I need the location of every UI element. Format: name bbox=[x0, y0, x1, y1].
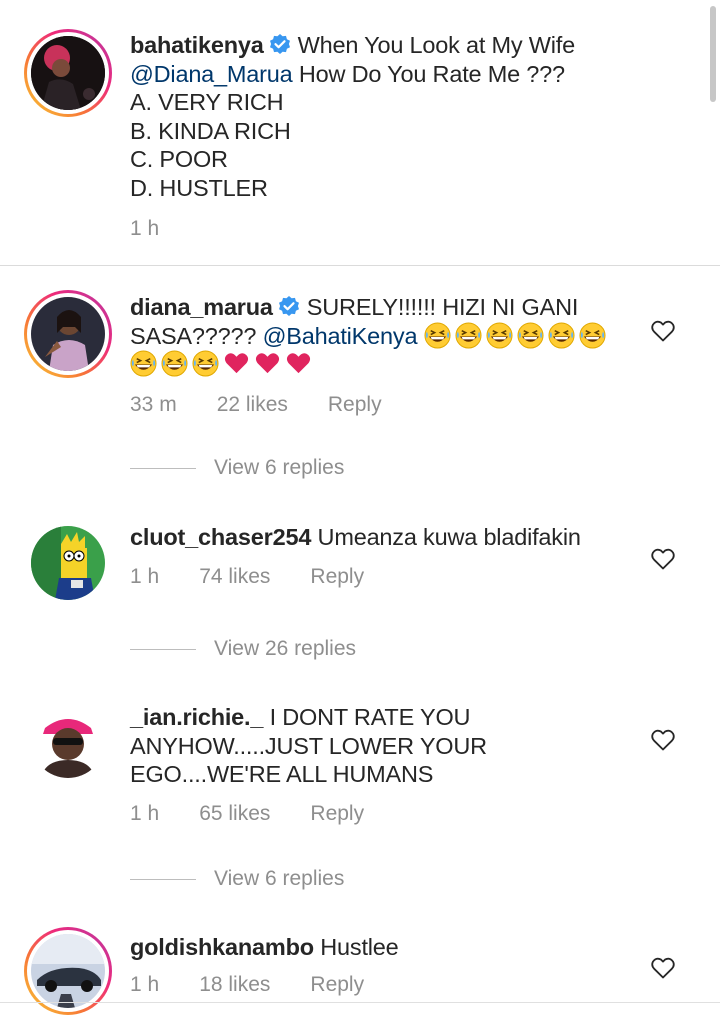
comment-time: 33 m bbox=[130, 393, 177, 416]
grinning-squinting-emoji bbox=[548, 322, 575, 349]
caption-option-c: C. POOR bbox=[130, 146, 228, 173]
bottom-divider bbox=[0, 1002, 720, 1003]
divider-line bbox=[130, 467, 196, 469]
caption-option-d: D. HUSTLER bbox=[130, 174, 268, 201]
purple-heart-emoji bbox=[224, 353, 249, 374]
grinning-squinting-emoji bbox=[161, 350, 188, 377]
grinning-squinting-emoji bbox=[517, 322, 544, 349]
comment-meta: 1 h 18 likes Reply bbox=[130, 973, 404, 997]
comment-body: Umeanza kuwa bladifakin bbox=[317, 524, 581, 550]
avatar-ian-richie[interactable] bbox=[31, 704, 105, 778]
view-replies-label: View 26 replies bbox=[214, 637, 357, 660]
comment-text-line-2: SASA????? bbox=[130, 322, 257, 349]
avatar-image bbox=[31, 36, 105, 110]
reply-button[interactable]: Reply bbox=[310, 973, 364, 997]
comment-meta: 1 h 74 likes Reply bbox=[130, 565, 404, 589]
comment-time: 1 h bbox=[130, 565, 160, 588]
grinning-squinting-emoji bbox=[130, 350, 157, 377]
reply-button[interactable]: Reply bbox=[310, 802, 364, 826]
comment-body: Hustlee bbox=[320, 934, 399, 960]
comment-username[interactable]: _ian.richie._ bbox=[130, 704, 263, 730]
caption-mention[interactable]: @Diana_Marua bbox=[130, 61, 293, 87]
avatar-cluot-chaser254[interactable] bbox=[31, 526, 105, 600]
avatar-image bbox=[31, 526, 105, 600]
avatar-diana-marua[interactable] bbox=[24, 290, 112, 378]
comment-cluot-chaser254: cluot_chaser254 Umeanza kuwa bladifakin … bbox=[0, 506, 720, 682]
caption-text: bahatikenya When You Look at My Wife @Dia… bbox=[130, 31, 640, 203]
purple-heart-emoji bbox=[255, 353, 280, 374]
emoji-row-2 bbox=[130, 350, 640, 379]
post-caption: bahatikenya When You Look at My Wife @Dia… bbox=[0, 0, 720, 266]
comment-text: _ian.richie._ I DONT RATE YOU ANYHOW....… bbox=[130, 703, 640, 789]
comment-likes[interactable]: 65 likes bbox=[199, 802, 270, 826]
grinning-squinting-emoji bbox=[579, 322, 606, 349]
comment-meta: 33 m 22 likes Reply bbox=[130, 393, 422, 417]
emoji-row-1 bbox=[424, 322, 610, 349]
caption-meta: 1 h bbox=[130, 217, 199, 241]
caption-option-b: B. KINDA RICH bbox=[130, 117, 291, 144]
divider-line bbox=[130, 878, 196, 880]
comment-diana-marua: diana_marua SURELY!!!!!! HIZI NI GANI SAS… bbox=[0, 266, 720, 506]
comment-text-line-1: I DONT RATE YOU bbox=[269, 704, 471, 730]
comment-text-line-3: EGO....WE'RE ALL HUMANS bbox=[130, 761, 434, 788]
view-replies-button[interactable]: View 26 replies bbox=[130, 637, 356, 661]
divider-line bbox=[130, 648, 196, 650]
heart-outline-icon[interactable] bbox=[650, 318, 676, 344]
comment-text-line-1: SURELY!!!!!! HIZI NI GANI bbox=[306, 294, 579, 320]
comment-username[interactable]: goldishkanambo bbox=[130, 934, 314, 960]
comment-likes[interactable]: 22 likes bbox=[217, 393, 288, 417]
caption-option-a: A. VERY RICH bbox=[130, 89, 284, 116]
comment-username[interactable]: diana_marua bbox=[130, 294, 273, 320]
reply-button[interactable]: Reply bbox=[310, 565, 364, 589]
avatar-image bbox=[31, 704, 105, 778]
verified-badge-icon bbox=[278, 296, 299, 316]
caption-time: 1 h bbox=[130, 217, 160, 240]
comment-username[interactable]: cluot_chaser254 bbox=[130, 524, 311, 550]
verified-badge-icon bbox=[269, 34, 290, 54]
comment-text: cluot_chaser254 Umeanza kuwa bladifakin bbox=[130, 523, 640, 552]
view-replies-label: View 6 replies bbox=[214, 867, 345, 890]
reply-button[interactable]: Reply bbox=[328, 393, 382, 417]
view-replies-label: View 6 replies bbox=[214, 456, 345, 479]
heart-outline-icon[interactable] bbox=[650, 727, 676, 753]
comment-likes[interactable]: 74 likes bbox=[199, 565, 270, 589]
view-replies-button[interactable]: View 6 replies bbox=[130, 867, 344, 891]
heart-outline-icon[interactable] bbox=[650, 955, 676, 981]
comment-likes[interactable]: 18 likes bbox=[199, 973, 270, 997]
avatar-image bbox=[31, 934, 105, 1008]
caption-line-1: When You Look at My Wife bbox=[297, 32, 576, 58]
avatar-image bbox=[31, 297, 105, 371]
comment-text: diana_marua SURELY!!!!!! HIZI NI GANI SAS… bbox=[130, 293, 640, 379]
comment-text: goldishkanambo Hustlee bbox=[130, 933, 640, 962]
comment-text-line-2: ANYHOW.....JUST LOWER YOUR bbox=[130, 732, 487, 759]
comment-time: 1 h bbox=[130, 802, 160, 825]
view-replies-button[interactable]: View 6 replies bbox=[130, 456, 344, 480]
caption-line-2: How Do You Rate Me ??? bbox=[298, 60, 565, 87]
comment-goldishkanambo: goldishkanambo Hustlee 1 h 18 likes Repl… bbox=[0, 912, 720, 1015]
grinning-squinting-emoji bbox=[455, 322, 482, 349]
grinning-squinting-emoji bbox=[486, 322, 513, 349]
comment-mention[interactable]: @BahatiKenya bbox=[263, 323, 418, 349]
avatar-bahatikenya[interactable] bbox=[24, 29, 112, 117]
caption-username[interactable]: bahatikenya bbox=[130, 32, 264, 58]
grinning-squinting-emoji bbox=[192, 350, 219, 377]
comment-ian-richie: _ian.richie._ I DONT RATE YOU ANYHOW....… bbox=[0, 682, 720, 912]
comment-time: 1 h bbox=[130, 973, 160, 996]
grinning-squinting-emoji bbox=[424, 322, 451, 349]
purple-heart-emoji bbox=[286, 353, 311, 374]
comment-meta: 1 h 65 likes Reply bbox=[130, 802, 404, 826]
heart-outline-icon[interactable] bbox=[650, 546, 676, 572]
